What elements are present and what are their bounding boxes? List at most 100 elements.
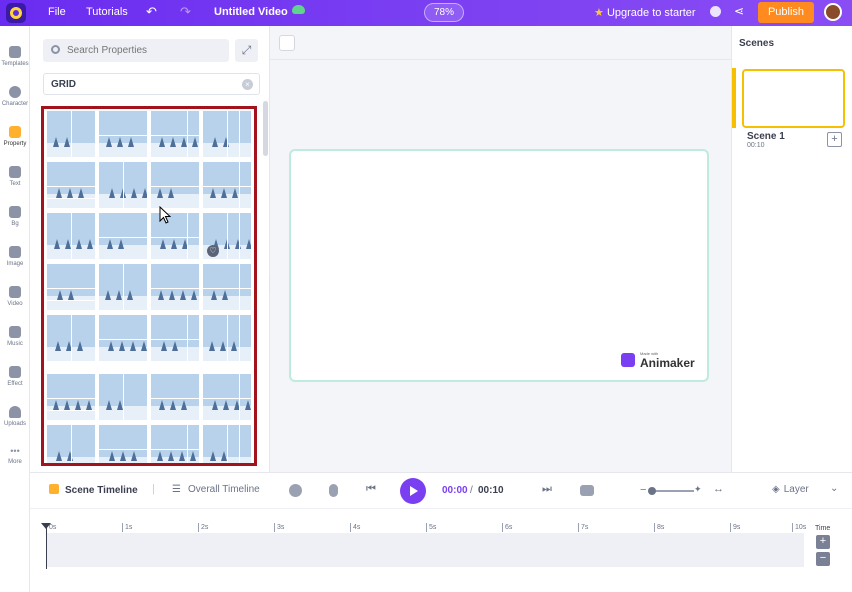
star-icon: ★ xyxy=(594,7,604,19)
tab-overall-timeline[interactable]: ☰ Overall Timeline xyxy=(172,484,260,495)
grid-layout-thumbnail[interactable] xyxy=(202,110,252,158)
total-time: 00:10 xyxy=(478,485,504,496)
grid-layout-thumbnail[interactable] xyxy=(150,424,200,463)
grid-layout-thumbnail[interactable] xyxy=(202,373,252,421)
camera-icon[interactable] xyxy=(289,484,302,497)
fit-width-icon[interactable]: ↔ xyxy=(713,483,724,495)
upgrade-link[interactable]: ★ Upgrade to starter xyxy=(594,6,696,19)
grid-layout-thumbnail[interactable] xyxy=(202,263,252,311)
grid-layout-thumbnail[interactable] xyxy=(150,263,200,311)
top-bar: File Tutorials ↶ ↷ Untitled Video 78% ★ … xyxy=(0,0,852,26)
grid-layout-thumbnail[interactable] xyxy=(46,110,96,158)
canvas-stage[interactable]: Made with Animaker xyxy=(289,149,709,382)
sidebar-item-templates[interactable]: Templates xyxy=(0,46,30,67)
select-checkbox[interactable] xyxy=(279,35,295,51)
ruler-tick: 3s xyxy=(274,523,284,532)
add-scene-button[interactable]: + xyxy=(827,132,842,147)
sidebar-item-bg[interactable]: Bg xyxy=(0,206,30,227)
clear-filter-icon[interactable]: × xyxy=(242,79,253,90)
watermark-brand-text: Animaker xyxy=(640,356,695,370)
grid-layout-thumbnail[interactable] xyxy=(202,161,252,209)
search-box[interactable] xyxy=(43,39,229,62)
chevron-down-icon[interactable]: ⌄ xyxy=(830,483,838,494)
microphone-icon[interactable] xyxy=(329,484,338,497)
ruler-tick: 5s xyxy=(426,523,436,532)
sidebar-label: Music xyxy=(7,341,23,347)
filter-chip-label: GRID xyxy=(51,79,76,90)
grid-layout-thumbnail[interactable] xyxy=(150,373,200,421)
time-zoom-out-button[interactable]: − xyxy=(816,552,830,566)
undo-icon[interactable]: ↶ xyxy=(146,4,157,20)
grid-layout-thumbnail[interactable] xyxy=(98,263,148,311)
grid-layout-thumbnail[interactable] xyxy=(98,314,148,362)
grid-layout-thumbnail[interactable] xyxy=(150,161,200,209)
tab-scene-timeline[interactable]: Scene Timeline xyxy=(49,484,138,496)
redo-icon[interactable]: ↷ xyxy=(180,4,191,20)
sidebar-label: Image xyxy=(6,261,24,267)
timeline-zoom-slider[interactable] xyxy=(650,490,694,492)
sidebar-item-music[interactable]: Music xyxy=(0,326,30,347)
grid-layout-thumbnail[interactable] xyxy=(46,263,96,311)
preview-icon[interactable] xyxy=(710,6,721,17)
scene-timeline-icon xyxy=(49,484,59,494)
scene-thumbnail[interactable] xyxy=(742,69,845,128)
sidebar-item-text[interactable]: Text xyxy=(0,166,30,187)
panel-scrollbar[interactable] xyxy=(263,101,268,156)
timeline-controls: Scene Timeline | ☰ Overall Timeline ⏮ 00:… xyxy=(30,473,852,509)
overall-timeline-icon: ☰ xyxy=(172,484,181,495)
publish-button[interactable]: Publish xyxy=(758,2,814,23)
expand-icon[interactable]: ⤢ xyxy=(235,39,258,62)
grid-layout-thumbnail[interactable] xyxy=(46,161,96,209)
skip-forward-icon[interactable]: ⏭ xyxy=(542,483,552,496)
file-menu[interactable]: File xyxy=(48,6,66,18)
sidebar-item-character[interactable]: Character xyxy=(0,86,30,107)
sidebar-item-image[interactable]: Image xyxy=(0,246,30,267)
ruler-tick: 1s xyxy=(122,523,132,532)
grid-layout-thumbnail[interactable] xyxy=(150,314,200,362)
tab-label: Scene Timeline xyxy=(65,485,138,496)
zoom-out-icon[interactable]: − xyxy=(640,484,646,496)
grid-layout-thumbnail[interactable] xyxy=(150,212,200,260)
layer-button[interactable]: ◈ Layer xyxy=(772,484,809,495)
sidebar-item-effect[interactable]: Effect xyxy=(0,366,30,387)
skip-back-icon[interactable]: ⏮ xyxy=(366,483,376,496)
user-avatar[interactable] xyxy=(824,3,842,21)
scene-name: Scene 1 xyxy=(747,131,785,142)
project-title[interactable]: Untitled Video xyxy=(214,6,288,18)
scene-duration: 00:10 xyxy=(747,142,765,149)
watermark-logo-icon xyxy=(621,353,635,367)
timeline-zoom-knob[interactable] xyxy=(648,487,656,495)
current-time: 00:00 xyxy=(442,485,468,496)
share-icon[interactable]: ⋖ xyxy=(734,4,744,18)
play-button[interactable] xyxy=(400,478,426,504)
tutorials-menu[interactable]: Tutorials xyxy=(86,6,128,18)
grid-layout-thumbnail[interactable] xyxy=(150,110,200,158)
grid-layout-thumbnail[interactable] xyxy=(98,373,148,421)
grid-layout-thumbnail[interactable] xyxy=(98,161,148,209)
sidebar-item-uploads[interactable]: Uploads xyxy=(0,406,30,427)
zoom-select[interactable]: 78% xyxy=(424,3,464,22)
sidebar-item-property[interactable]: Property xyxy=(0,126,30,147)
grid-layout-thumbnail[interactable] xyxy=(202,314,252,362)
grid-layout-thumbnail[interactable] xyxy=(46,212,96,260)
time-zoom-in-button[interactable]: + xyxy=(816,535,830,549)
timeline-track[interactable] xyxy=(46,533,804,567)
scenes-title: Scenes xyxy=(739,38,775,49)
subtitles-icon[interactable] xyxy=(580,485,594,496)
grid-layout-thumbnail[interactable] xyxy=(46,314,96,362)
grid-layout-thumbnail[interactable] xyxy=(202,424,252,463)
grid-layout-thumbnail[interactable] xyxy=(98,212,148,260)
grid-layout-thumbnail[interactable] xyxy=(46,373,96,421)
grid-layout-thumbnail[interactable] xyxy=(98,424,148,463)
grid-layout-thumbnail[interactable] xyxy=(98,110,148,158)
sidebar-item-video[interactable]: Video xyxy=(0,286,30,307)
zoom-in-icon[interactable]: ✦ xyxy=(694,484,702,495)
playhead[interactable] xyxy=(41,523,51,569)
favorite-heart-icon[interactable]: ♡ xyxy=(207,245,219,257)
time-zoom-label: Time xyxy=(815,525,831,532)
search-input[interactable] xyxy=(67,39,225,62)
image-icon xyxy=(9,246,21,258)
sidebar-item-more[interactable]: ••• More xyxy=(0,446,30,465)
grid-layout-thumbnail[interactable] xyxy=(46,424,96,463)
animaker-logo[interactable] xyxy=(6,3,26,23)
